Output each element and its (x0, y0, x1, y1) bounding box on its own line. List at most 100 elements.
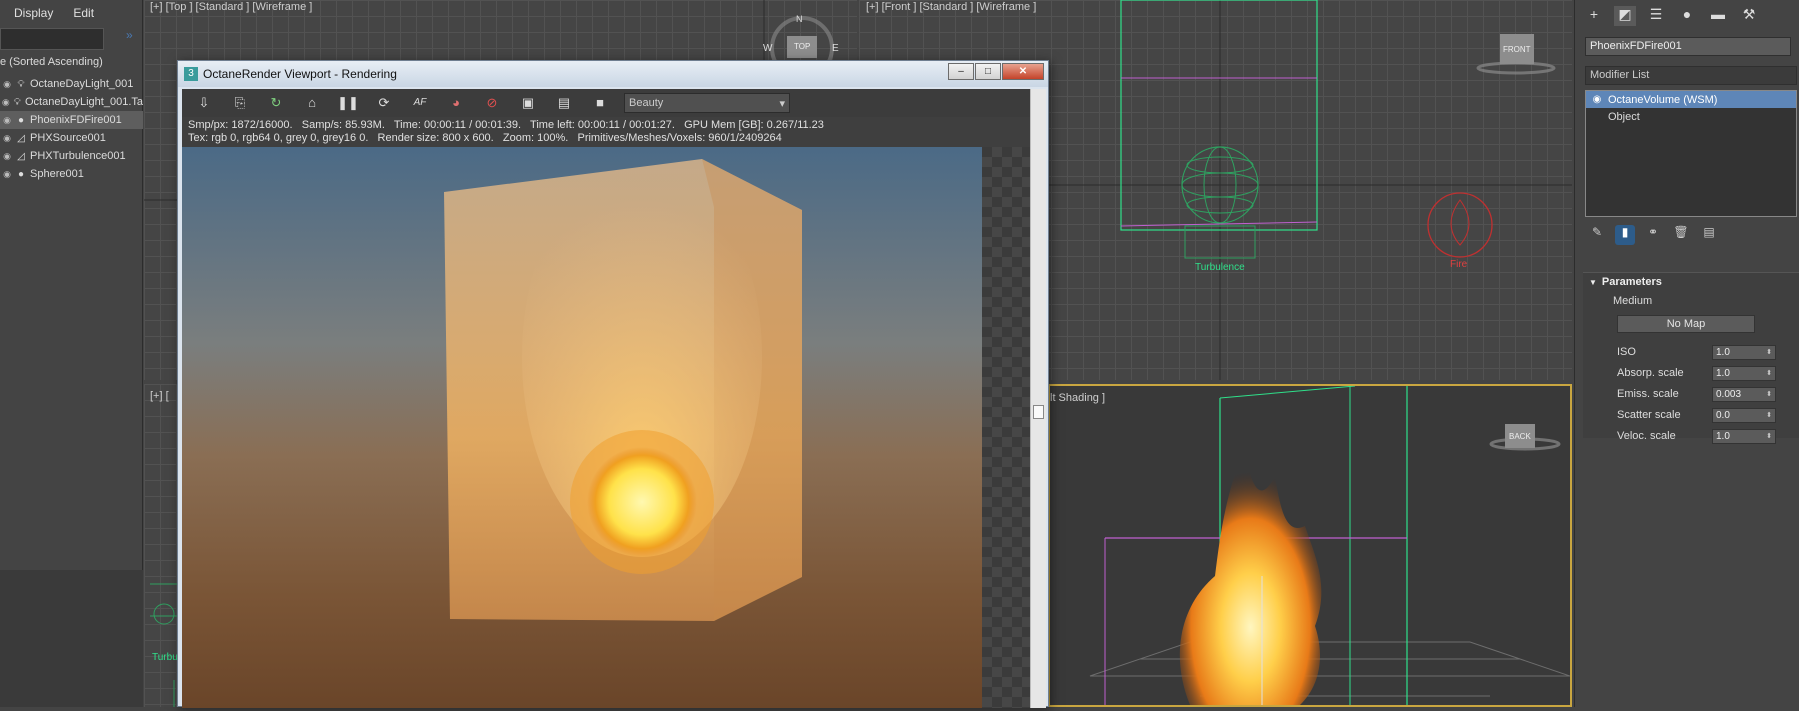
stack-toolbar: ✎ ▮ ⚭ 🗑︎ ▤ (1587, 225, 1719, 245)
eye-icon[interactable]: ◉ (1586, 94, 1608, 105)
render-pass-dropdown[interactable]: Beauty ▾ (624, 93, 790, 113)
display-tab-icon[interactable]: ▬ (1707, 6, 1729, 26)
octane-toolbar: ⇩ ⎘ ↻ ⌂ ❚❚ ⟳ AF ◕ ⊘ ▣ ▤ ■ Beauty ▾ (182, 89, 1046, 117)
explorer-empty-area (0, 570, 143, 707)
stack-item-label: OctaneVolume (WSM) (1608, 93, 1718, 106)
expand-icon[interactable]: » (126, 28, 133, 42)
window-titlebar[interactable]: 3 OctaneRender Viewport - Rendering – □ … (178, 61, 1048, 87)
param-spinner[interactable]: 1.0 ⬍ (1712, 428, 1776, 444)
list-item[interactable]: ◉ ● Sphere001 (0, 165, 143, 183)
param-spinner[interactable]: 0.0 ⬍ (1712, 407, 1776, 423)
modify-tab-icon[interactable]: ◩ (1614, 6, 1636, 26)
pin-icon[interactable]: ✎ (1587, 225, 1607, 245)
menu-edit[interactable]: Edit (73, 6, 94, 20)
param-label: Absorp. scale (1617, 367, 1684, 379)
utilities-tab-icon[interactable]: ⚒ (1738, 6, 1760, 26)
explorer-search-input[interactable] (0, 28, 104, 50)
fire-grid-box (1120, 0, 1318, 231)
render-stats: Smp/px: 1872/16000. Samp/s: 85.93M. Time… (188, 119, 824, 145)
param-value[interactable]: 0.0 (1716, 409, 1730, 422)
stack-item[interactable]: Object (1586, 108, 1796, 125)
render-pass-value: Beauty (629, 97, 664, 109)
param-spinner[interactable]: 0.003 ⬍ (1712, 386, 1776, 402)
explorer-menubar: Display Edit (0, 0, 142, 26)
pause-icon[interactable]: ❚❚ (332, 92, 364, 114)
command-panel: + ◩ ☰ ● ▬ ⚒ PhoenixFDFire001 Modifier Li… (1574, 0, 1799, 707)
lock-icon[interactable]: ⌂ (296, 92, 328, 114)
minimize-button[interactable]: – (948, 63, 974, 80)
clear-icon[interactable]: ⊘ (476, 92, 508, 114)
object-name-input[interactable]: PhoenixFDFire001 (1585, 37, 1791, 56)
param-row: Absorp. scale 1.0 ⬍ (1617, 365, 1787, 381)
render-image[interactable] (182, 147, 982, 708)
octane-viewport-body: ⇩ ⎘ ↻ ⌂ ❚❚ ⟳ AF ◕ ⊘ ▣ ▤ ■ Beauty ▾ Smp/p… (182, 89, 1046, 708)
param-value[interactable]: 1.0 (1716, 430, 1730, 443)
no-map-button[interactable]: No Map (1617, 315, 1755, 333)
eye-icon[interactable]: ◉ (0, 79, 14, 90)
param-value[interactable]: 1.0 (1716, 367, 1730, 380)
spinner-arrows-icon[interactable]: ⬍ (1766, 409, 1772, 422)
camera-icon[interactable]: ■ (584, 92, 616, 114)
configure-icon[interactable]: ▤ (1699, 225, 1719, 245)
param-spinner[interactable]: 1.0 ⬍ (1712, 365, 1776, 381)
item-label: Sphere001 (30, 168, 84, 180)
delete-icon[interactable]: 🗑︎ (1671, 225, 1691, 245)
viewcube-label[interactable]: BACK (1509, 432, 1531, 441)
spinner-arrows-icon[interactable]: ⬍ (1766, 367, 1772, 380)
save-icon[interactable]: ▤ (548, 92, 580, 114)
collapse-icon[interactable]: ▼ (1589, 278, 1597, 287)
list-item[interactable]: ◉ 💡︎ OctaneDayLight_001 (0, 75, 143, 93)
eye-icon[interactable]: ◉ (0, 97, 11, 108)
viewport-perspective[interactable]: lt Shading ] BACK (1048, 384, 1572, 707)
fire-label: Fire (1450, 259, 1468, 270)
flame-shape (1179, 446, 1322, 705)
command-tabs: + ◩ ☰ ● ▬ ⚒ (1575, 0, 1799, 30)
param-value[interactable]: 1.0 (1716, 346, 1730, 359)
octane-render-window[interactable]: 3 OctaneRender Viewport - Rendering – □ … (177, 60, 1049, 708)
motion-tab-icon[interactable]: ● (1676, 6, 1698, 26)
spinner-arrows-icon[interactable]: ⬍ (1766, 346, 1772, 359)
render-canvas-area[interactable] (182, 147, 1030, 708)
item-label: OctaneDayLight_001.Ta (24, 96, 143, 108)
vertical-scrollbar[interactable] (1030, 89, 1046, 708)
eye-icon[interactable]: ◉ (0, 151, 14, 162)
menu-display[interactable]: Display (14, 6, 53, 20)
copy-icon[interactable]: ⎘ (224, 92, 256, 114)
octane-app-icon: 3 (184, 67, 198, 81)
make-unique-icon[interactable]: ⚭ (1643, 225, 1663, 245)
eye-icon[interactable]: ◉ (0, 115, 14, 126)
param-row: Scatter scale 0.0 ⬍ (1617, 407, 1787, 423)
stack-item-label: Object (1608, 110, 1640, 123)
spinner-arrows-icon[interactable]: ⬍ (1766, 388, 1772, 401)
spinner-arrows-icon[interactable]: ⬍ (1766, 430, 1772, 443)
eye-icon[interactable]: ◉ (0, 133, 14, 144)
list-item[interactable]: ◉ ◿ PHXSource001 (0, 129, 143, 147)
color-picker-icon[interactable]: ◕ (440, 92, 472, 114)
close-button[interactable]: ✕ (1002, 63, 1044, 80)
create-tab-icon[interactable]: + (1583, 6, 1605, 26)
region-icon[interactable]: ▣ (512, 92, 544, 114)
show-end-result-icon[interactable]: ▮ (1615, 225, 1635, 245)
export-icon[interactable]: ⇩ (188, 92, 220, 114)
list-item[interactable]: ◉ ● PhoenixFDFire001 (0, 111, 143, 129)
rollout-header[interactable]: ▼ Parameters (1583, 273, 1799, 288)
param-label: Emiss. scale (1617, 388, 1679, 400)
eye-icon[interactable]: ◉ (0, 169, 14, 180)
param-label: Scatter scale (1617, 409, 1681, 421)
hierarchy-tab-icon[interactable]: ☰ (1645, 6, 1667, 26)
maximize-button[interactable]: □ (975, 63, 1001, 80)
param-value[interactable]: 0.003 (1716, 388, 1741, 401)
list-item[interactable]: ◉ ◿ PHXTurbulence001 (0, 147, 143, 165)
af-icon[interactable]: AF (404, 92, 436, 114)
param-spinner[interactable]: 1.0 ⬍ (1712, 344, 1776, 360)
sort-header[interactable]: e (Sorted Ascending) (0, 56, 103, 72)
scrollbar-thumb[interactable] (1033, 405, 1044, 419)
refresh-icon[interactable]: ⟳ (368, 92, 400, 114)
stack-item[interactable]: ◉ OctaneVolume (WSM) (1586, 91, 1796, 108)
list-item[interactable]: ◉ 💡︎ OctaneDayLight_001.Ta (0, 93, 143, 111)
param-row: ISO 1.0 ⬍ (1617, 344, 1787, 360)
viewcube-label[interactable]: FRONT (1503, 45, 1531, 54)
modifier-list-dropdown[interactable]: Modifier List (1585, 66, 1797, 85)
restart-icon[interactable]: ↻ (260, 92, 292, 114)
viewcube-label[interactable]: TOP (794, 42, 810, 51)
